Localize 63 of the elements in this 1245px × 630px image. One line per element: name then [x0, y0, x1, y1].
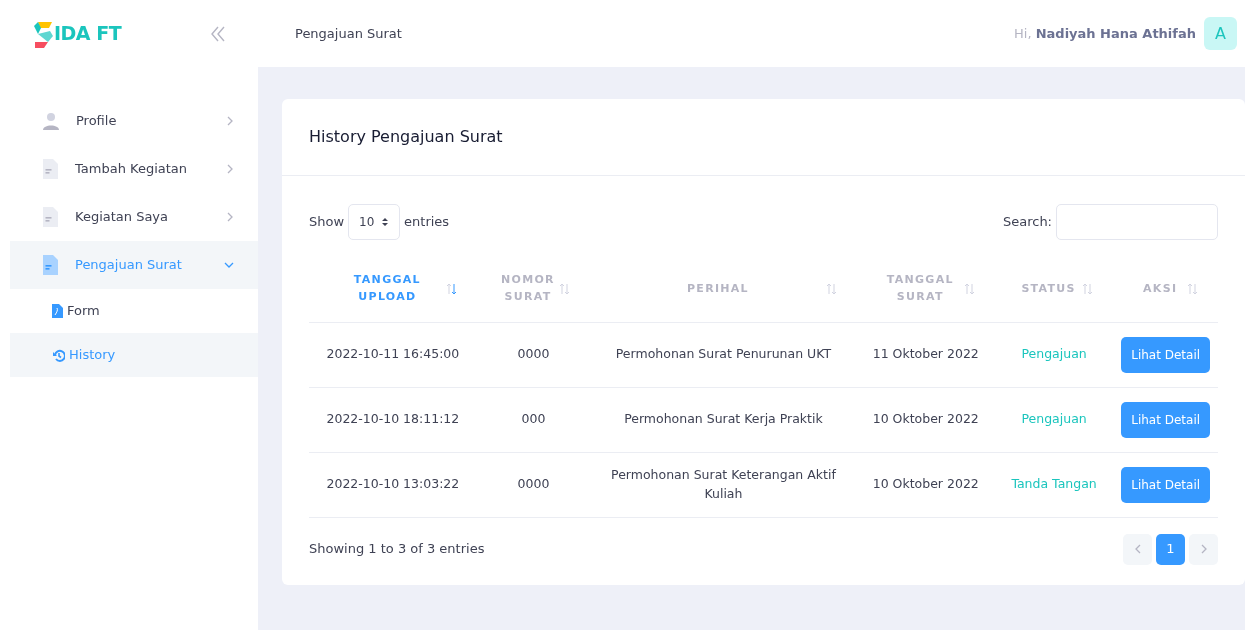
entries-select[interactable]: 10 — [348, 204, 401, 240]
logo-icon — [32, 19, 54, 48]
status-text: Pengajuan — [1021, 346, 1087, 362]
sort-icon — [825, 282, 837, 295]
chevron-left-icon — [1134, 544, 1141, 554]
document-icon — [42, 255, 59, 275]
table-info: Showing 1 to 3 of 3 entries — [309, 540, 485, 559]
page-button[interactable]: 1 — [1156, 533, 1185, 565]
column-header[interactable]: PERIHAL — [610, 280, 826, 297]
submenu-item[interactable]: History — [10, 333, 258, 377]
upload-date: 2022-10-11 16:45:00 — [326, 346, 460, 362]
letter-number: 0000 — [517, 476, 550, 492]
menu-item[interactable]: Kegiatan Saya — [10, 193, 258, 241]
show-label: Show — [309, 213, 345, 232]
menu-item[interactable]: Profile — [10, 97, 258, 145]
detail-button[interactable]: Lihat Detail — [1121, 401, 1211, 438]
menu-item[interactable]: Tambah Kegiatan — [10, 145, 258, 193]
subject-text: Permohonan Surat Penurunan UKT — [615, 346, 832, 362]
page-title: Pengajuan Surat — [295, 24, 403, 43]
status-text: Pengajuan — [1021, 411, 1087, 427]
sort-icon — [1187, 282, 1198, 295]
brand-name: IDA FT — [54, 21, 122, 47]
column-header[interactable]: TANGGAL SURAT — [876, 272, 964, 306]
column-header[interactable]: STATUS — [1014, 280, 1083, 297]
upload-date: 2022-10-10 13:03:22 — [326, 476, 460, 492]
collapse-icon — [210, 25, 226, 42]
sort-icon — [445, 282, 457, 295]
search-label: Search: — [1002, 213, 1052, 232]
subject-text: Permohonan Surat Keterangan Aktif Kuliah — [611, 466, 836, 501]
detail-button[interactable]: Lihat Detail — [1121, 336, 1211, 373]
letter-date: 10 Oktober 2022 — [872, 476, 979, 492]
entries-label: entries — [404, 213, 450, 232]
document-icon — [42, 159, 59, 179]
card-title: History Pengajuan Surat — [309, 126, 503, 148]
letter-date: 11 Oktober 2022 — [872, 346, 979, 362]
user-avatar[interactable]: A — [1204, 17, 1237, 50]
letter-number: 0000 — [517, 346, 550, 362]
sort-icon — [963, 282, 975, 295]
chevron-right-icon — [226, 164, 234, 174]
upload-date: 2022-10-10 18:11:12 — [326, 411, 460, 427]
column-header[interactable]: NOMOR SURAT — [496, 272, 560, 306]
history-icon — [52, 348, 65, 362]
chevron-right-icon — [226, 212, 234, 222]
user-icon — [42, 112, 60, 130]
sort-icon — [559, 282, 571, 295]
menu-item[interactable]: Pengajuan Surat — [10, 241, 258, 289]
chevron-down-icon — [224, 261, 234, 269]
column-header[interactable]: AKSI — [1133, 280, 1187, 297]
select-arrows-icon — [381, 217, 390, 227]
search-field[interactable] — [1056, 204, 1218, 240]
submenu-item[interactable]: Form — [10, 289, 258, 333]
sort-icon — [1082, 282, 1094, 295]
status-text: Tanda Tangan — [1011, 476, 1097, 492]
detail-button[interactable]: Lihat Detail — [1121, 466, 1211, 503]
chevron-right-icon — [226, 116, 234, 126]
letter-number: 000 — [521, 411, 546, 427]
document-icon — [42, 207, 59, 227]
chevron-right-icon — [1200, 544, 1207, 554]
subject-text: Permohonan Surat Kerja Praktik — [624, 411, 823, 427]
file-icon — [52, 304, 63, 318]
column-header[interactable]: TANGGAL UPLOAD — [329, 272, 446, 306]
greeting-text: Hi, Nadiyah Hana Athifah — [1014, 24, 1196, 43]
letter-date: 10 Oktober 2022 — [872, 411, 979, 427]
